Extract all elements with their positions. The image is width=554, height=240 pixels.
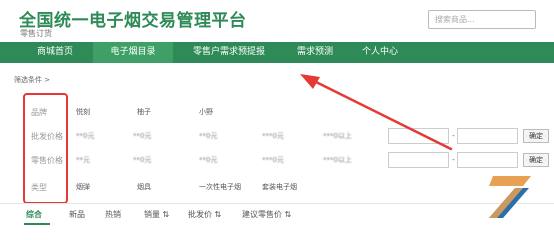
filter-option[interactable]: **0元 — [133, 155, 151, 165]
sort-comprehensive[interactable]: 综合 — [26, 209, 42, 220]
filter-option[interactable]: 柚子 — [137, 107, 151, 117]
filter-option[interactable]: 一次性电子烟 — [199, 182, 241, 192]
sort-sales[interactable]: 销量 ⇅ — [144, 209, 169, 220]
wholesale-price-min-input[interactable] — [388, 128, 449, 144]
search-placeholder: 搜索商品... — [435, 15, 475, 24]
nav-item-prereport[interactable]: 零售户需求预提报 — [173, 42, 285, 63]
filter-option[interactable]: **元 — [76, 155, 90, 165]
filter-option[interactable]: 烟具 — [137, 182, 151, 192]
app-subtitle: 零售订货 — [20, 29, 52, 38]
sort-hot[interactable]: 热销 — [105, 209, 121, 220]
filter-option[interactable]: **0元 — [199, 131, 217, 141]
filter-option[interactable]: ***0元 — [262, 131, 284, 141]
nav-item-profile[interactable]: 个人中心 — [345, 42, 415, 63]
retail-price-confirm-button[interactable]: 确定 — [523, 153, 549, 167]
filter-option[interactable]: **0元 — [133, 131, 151, 141]
filter-option[interactable]: 小野 — [199, 107, 213, 117]
retail-price-min-input[interactable] — [388, 152, 449, 168]
filter-option[interactable]: **0元 — [199, 155, 217, 165]
wholesale-price-max-input[interactable] — [457, 128, 518, 144]
search-input[interactable]: 搜索商品... — [428, 10, 536, 29]
range-separator: - — [452, 155, 455, 164]
main-nav: 商城首页 电子烟目录 零售户需求预提报 需求预测 个人中心 — [0, 42, 554, 63]
filter-option[interactable]: 套装电子烟 — [262, 182, 297, 192]
sort-active-indicator — [24, 223, 50, 225]
wholesale-price-confirm-button[interactable]: 确定 — [523, 129, 549, 143]
filter-option[interactable]: 烟弹 — [76, 182, 90, 192]
annotation-highlight-box — [23, 93, 68, 204]
range-separator: - — [452, 131, 455, 140]
nav-item-forecast[interactable]: 需求预测 — [285, 42, 345, 63]
corner-logo — [489, 176, 531, 218]
filter-option[interactable]: ***0以上 — [323, 131, 352, 141]
filter-option[interactable]: 悦刻 — [76, 107, 90, 117]
sort-suggested-retail-price[interactable]: 建议零售价 ⇅ — [242, 209, 291, 220]
retail-price-max-input[interactable] — [457, 152, 518, 168]
sort-wholesale-price[interactable]: 批发价 ⇅ — [188, 209, 221, 220]
filter-option[interactable]: ***0以上 — [323, 155, 352, 165]
nav-item-catalog[interactable]: 电子烟目录 — [93, 42, 173, 63]
filter-option[interactable]: ***0元 — [262, 155, 284, 165]
sort-new[interactable]: 新品 — [69, 209, 85, 220]
filter-option[interactable]: **0元 — [76, 131, 94, 141]
header: 全国统一电子烟交易管理平台 零售订货 搜索商品... — [0, 0, 554, 40]
app-title: 全国统一电子烟交易管理平台 — [19, 11, 247, 31]
filter-breadcrumb[interactable]: 筛选条件 > — [14, 75, 50, 85]
